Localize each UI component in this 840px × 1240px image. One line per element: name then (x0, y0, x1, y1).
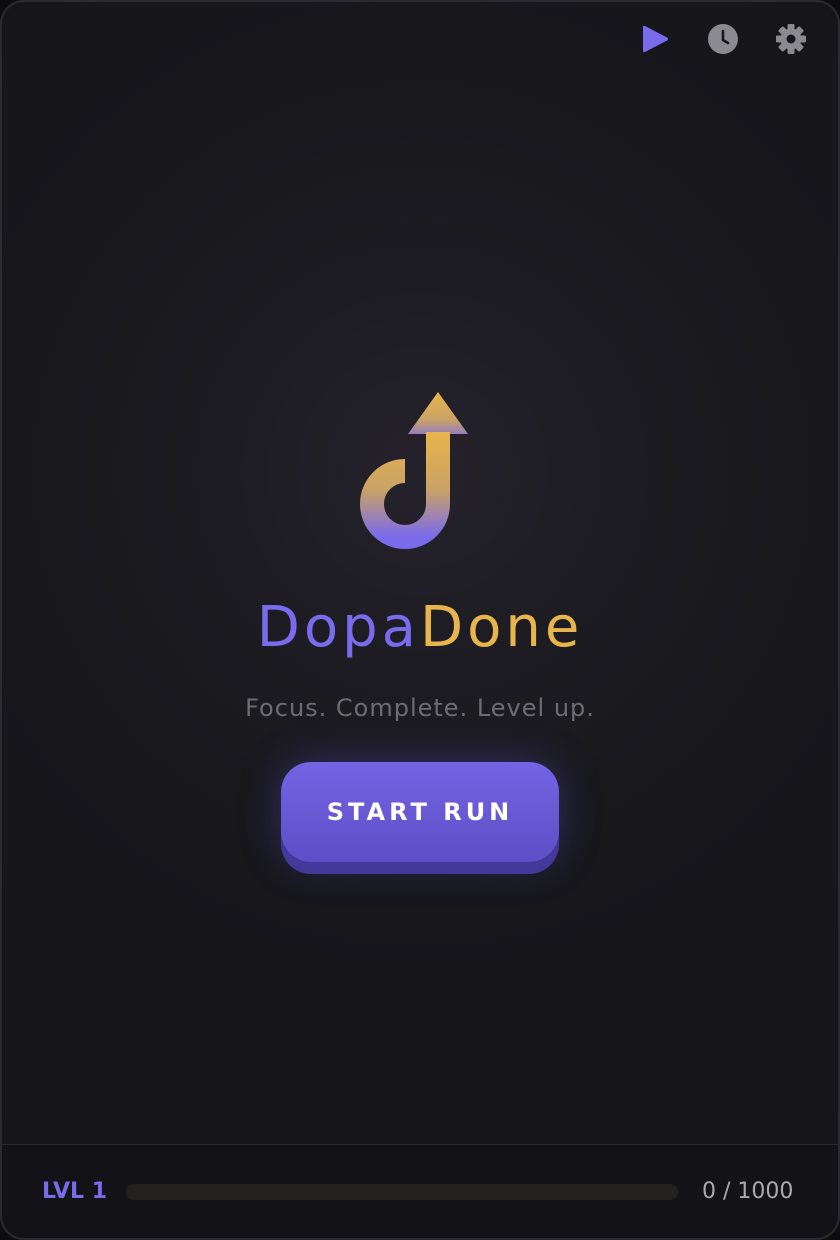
history-button[interactable] (704, 20, 742, 58)
level-label: LVL 1 (42, 1179, 108, 1204)
clock-icon (708, 24, 738, 54)
hero-section: DopaDone Focus. Complete. Level up. STAR… (2, 382, 838, 862)
xp-progress-bar (126, 1183, 678, 1200)
app-title-part1: Dopa (256, 595, 420, 660)
xp-counter: 0 / 1000 (702, 1179, 794, 1204)
app-title: DopaDone (257, 600, 584, 656)
top-toolbar (636, 20, 810, 58)
app-title-part2: Done (419, 595, 584, 660)
app-window: DopaDone Focus. Complete. Level up. STAR… (0, 0, 840, 1240)
settings-button[interactable] (772, 20, 810, 58)
gear-icon (776, 24, 806, 54)
start-run-button[interactable]: START RUN (281, 762, 559, 862)
play-button[interactable] (636, 20, 674, 58)
logo-icon (360, 392, 468, 549)
play-icon (643, 25, 668, 53)
status-bar: LVL 1 0 / 1000 (2, 1144, 838, 1238)
tagline: Focus. Complete. Level up. (245, 694, 595, 722)
